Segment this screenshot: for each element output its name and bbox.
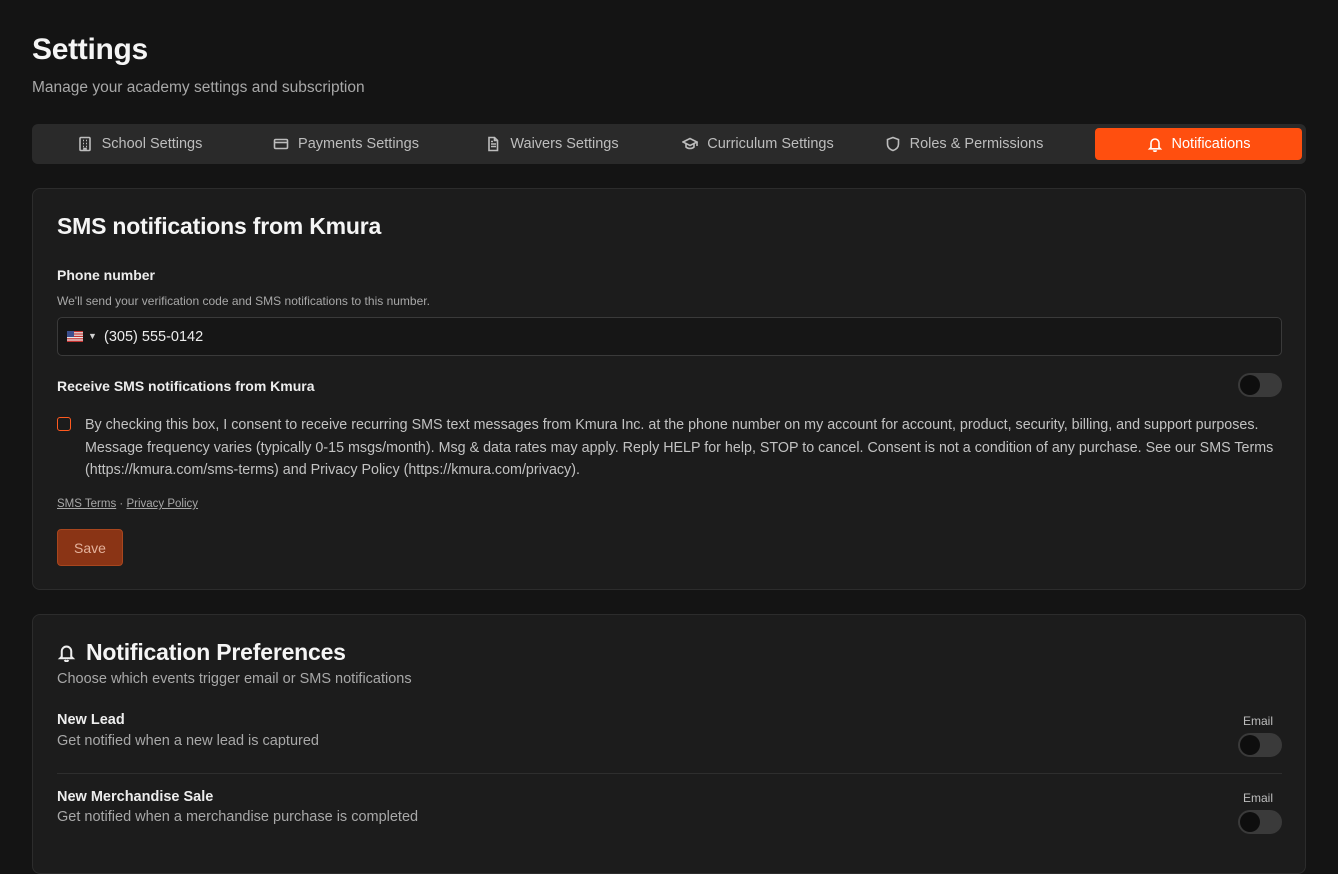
tab-school-settings[interactable]: School Settings: [36, 128, 243, 160]
link-separator: ·: [119, 498, 124, 510]
pref-row-merch-sale-description: Get notified when a merchandise purchase…: [57, 809, 419, 825]
tab-payments-settings[interactable]: Payments Settings: [243, 128, 449, 160]
legal-links: SMS Terms · Privacy Policy: [57, 498, 198, 510]
us-flag-icon[interactable]: [67, 331, 83, 342]
consent-text: By checking this box, I consent to recei…: [85, 417, 1274, 478]
credit-card-icon: [273, 138, 289, 150]
sms-notifications-card: SMS notifications from Kmura Phone numbe…: [32, 188, 1306, 590]
graduation-cap-icon: [682, 137, 699, 150]
tab-label: School Settings: [101, 136, 203, 152]
receive-sms-toggle[interactable]: [1238, 373, 1282, 397]
building-icon: [78, 136, 91, 152]
tab-roles-permissions[interactable]: Roles & Permissions: [861, 128, 1067, 160]
toggle-knob: [1240, 375, 1260, 395]
phone-input[interactable]: [104, 318, 1264, 355]
tab-label: Payments Settings: [298, 136, 419, 152]
new-lead-email-toggle[interactable]: [1238, 733, 1282, 757]
document-icon: [488, 136, 499, 152]
settings-tabs: School Settings Payments Settings Waiver…: [32, 124, 1306, 164]
tab-curriculum-settings[interactable]: Curriculum Settings: [655, 128, 861, 160]
bell-icon: [1147, 138, 1162, 152]
privacy-policy-link[interactable]: Privacy Policy: [126, 498, 198, 510]
toggle-knob: [1240, 735, 1260, 755]
tab-label: Curriculum Settings: [707, 136, 834, 152]
tab-label: Waivers Settings: [510, 136, 619, 152]
phone-help-text: We'll send your verification code and SM…: [57, 294, 430, 308]
receive-sms-label: Receive SMS notifications from Kmura: [57, 378, 315, 394]
pref-row-new-lead-name: New Lead: [57, 712, 125, 728]
email-channel-label: Email: [1242, 791, 1273, 805]
phone-label: Phone number: [57, 267, 156, 283]
tab-notifications[interactable]: Notifications: [1095, 128, 1302, 160]
sms-card-title: SMS notifications from Kmura: [57, 213, 382, 239]
save-button[interactable]: Save: [57, 529, 123, 566]
chevron-down-icon[interactable]: ▼: [88, 331, 97, 341]
sms-terms-link[interactable]: SMS Terms: [57, 498, 116, 510]
preferences-header: Notification Preferences: [57, 639, 346, 666]
row-divider: [57, 773, 1282, 774]
pref-row-new-lead-description: Get notified when a new lead is captured: [57, 733, 319, 749]
page-title: Settings: [32, 33, 148, 66]
consent-checkbox[interactable]: [57, 417, 71, 431]
tab-label: Notifications: [1171, 136, 1251, 152]
pref-row-merch-sale-name: New Merchandise Sale: [57, 789, 214, 805]
bell-icon: [57, 645, 76, 662]
preferences-subtitle: Choose which events trigger email or SMS…: [57, 671, 412, 687]
notification-preferences-card: Notification Preferences Choose which ev…: [32, 614, 1306, 874]
toggle-knob: [1240, 812, 1260, 832]
merch-sale-email-toggle[interactable]: [1238, 810, 1282, 834]
phone-field[interactable]: ▼: [57, 317, 1282, 356]
email-channel-label: Email: [1242, 714, 1273, 728]
preferences-title: Notification Preferences: [86, 639, 346, 665]
tab-waivers-settings[interactable]: Waivers Settings: [449, 128, 655, 160]
tab-label: Roles & Permissions: [909, 136, 1044, 152]
shield-icon: [886, 136, 899, 152]
page-subtitle: Manage your academy settings and subscri…: [32, 79, 365, 96]
